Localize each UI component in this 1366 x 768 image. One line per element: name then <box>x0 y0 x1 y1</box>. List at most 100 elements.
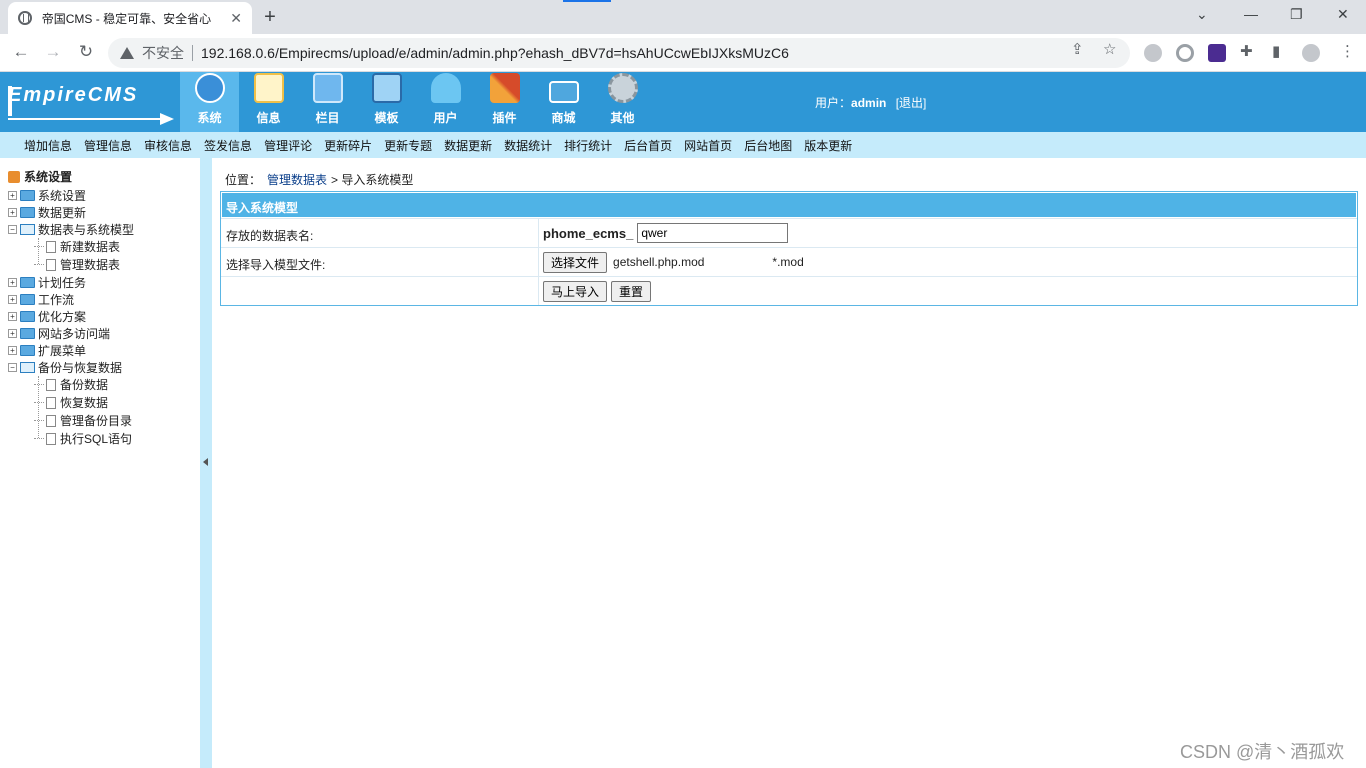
restore-button[interactable]: ❐ <box>1290 6 1303 23</box>
expand-icon[interactable]: + <box>8 278 17 287</box>
expand-icon[interactable]: + <box>8 312 17 321</box>
nav-other[interactable]: 其他 <box>593 72 652 132</box>
quick-menu: 增加信息 管理信息 审核信息 签发信息 管理评论 更新碎片 更新专题 数据更新 … <box>0 132 1366 158</box>
menu-dots-icon[interactable]: ⋮ <box>1340 42 1355 60</box>
nav-column[interactable]: 栏目 <box>298 72 357 132</box>
star-icon[interactable]: ☆ <box>1103 40 1116 58</box>
quick-link[interactable]: 签发信息 <box>204 137 252 154</box>
expand-icon[interactable]: + <box>8 346 17 355</box>
home-icon <box>8 170 20 183</box>
extension-icon[interactable] <box>1208 44 1226 62</box>
tree-leaf[interactable]: 恢复数据 <box>34 394 108 411</box>
tree-label: 执行SQL语句 <box>60 432 133 446</box>
quick-link[interactable]: 版本更新 <box>804 137 852 154</box>
tree-node[interactable]: + 优化方案 <box>8 308 86 325</box>
tab-search-chevron-icon[interactable]: ⌄ <box>1196 6 1208 23</box>
quick-link[interactable]: 排行统计 <box>564 137 612 154</box>
extension-icon[interactable] <box>1176 44 1194 62</box>
quick-link[interactable]: 管理信息 <box>84 137 132 154</box>
tree-node[interactable]: + 扩展菜单 <box>8 342 86 359</box>
collapse-arrow-icon[interactable] <box>203 458 208 466</box>
nav-template[interactable]: 模板 <box>357 72 416 132</box>
expand-icon[interactable]: + <box>8 208 17 217</box>
folder-icon <box>20 190 35 201</box>
sidepanel-icon[interactable]: ▮ <box>1272 42 1280 60</box>
quick-link[interactable]: 更新专题 <box>384 137 432 154</box>
quick-link[interactable]: 增加信息 <box>24 137 72 154</box>
quick-link[interactable]: 更新碎片 <box>324 137 372 154</box>
form-row: 选择导入模型文件: 选择文件 getshell.php.mod *.mod <box>221 247 1357 276</box>
address-bar[interactable]: 不安全 192.168.0.6/Empirecms/upload/e/admin… <box>108 38 1130 68</box>
collapse-icon[interactable]: − <box>8 363 17 372</box>
quick-link[interactable]: 审核信息 <box>144 137 192 154</box>
folder-icon <box>20 345 35 356</box>
reset-button[interactable]: 重置 <box>611 280 652 302</box>
tree-leaf[interactable]: 管理备份目录 <box>34 412 132 429</box>
expand-icon[interactable]: + <box>8 295 17 304</box>
nav-user[interactable]: 用户 <box>416 72 475 132</box>
puzzle-icon[interactable]: ✚ <box>1240 42 1253 60</box>
minimize-button[interactable]: — <box>1244 6 1258 22</box>
choose-file-button[interactable]: 选择文件 <box>543 251 608 273</box>
collapse-icon[interactable]: − <box>8 225 17 234</box>
nav-shop[interactable]: 商城 <box>534 72 593 132</box>
new-tab-button[interactable]: + <box>260 6 280 29</box>
gear-icon <box>607 73 638 103</box>
tree-label: 扩展菜单 <box>38 344 87 358</box>
avatar[interactable] <box>1302 44 1320 62</box>
tree-node[interactable]: + 数据更新 <box>8 204 86 221</box>
nav-label: 系统 <box>197 111 222 125</box>
quick-link[interactable]: 数据统计 <box>504 137 552 154</box>
share-icon[interactable]: ⇪ <box>1071 40 1084 58</box>
tree-node[interactable]: + 工作流 <box>8 291 74 308</box>
breadcrumb-link[interactable]: 管理数据表 <box>267 173 327 187</box>
user-prefix: 用户： <box>815 96 852 110</box>
nav-system[interactable]: 系统 <box>180 72 239 132</box>
tree-leaf[interactable]: 执行SQL语句 <box>34 430 132 447</box>
tree-node[interactable]: + 计划任务 <box>8 274 86 291</box>
logout-link[interactable]: [退出] <box>896 96 927 110</box>
expand-icon[interactable]: + <box>8 329 17 338</box>
quick-link[interactable]: 后台首页 <box>624 137 672 154</box>
file-label: 选择导入模型文件: <box>221 248 539 276</box>
table-name-input[interactable] <box>637 223 789 243</box>
tab-indicator <box>563 0 611 2</box>
tree-node[interactable]: − 备份与恢复数据 <box>8 359 122 376</box>
forward-arrow-icon[interactable]: → <box>42 42 64 62</box>
selected-file-name: getshell.php.mod <box>613 255 705 269</box>
close-window-button[interactable]: ✕ <box>1337 6 1349 23</box>
expand-icon[interactable]: + <box>8 191 17 200</box>
tree-label: 数据表与系统模型 <box>38 223 135 237</box>
submit-import-button[interactable]: 马上导入 <box>543 280 608 302</box>
tree-node[interactable]: + 网站多访问端 <box>8 325 110 342</box>
nav-plugin[interactable]: 插件 <box>475 72 534 132</box>
tree-node[interactable]: − 数据表与系统模型 <box>8 221 134 238</box>
document-icon <box>46 378 56 391</box>
open-folder-icon <box>20 224 35 235</box>
browser-tab[interactable]: 帝国CMS - 稳定可靠、安全省心 ✕ <box>8 2 252 34</box>
quick-link[interactable]: 管理评论 <box>264 137 312 154</box>
tab-close-icon[interactable]: ✕ <box>230 10 242 27</box>
folder-icon <box>20 294 35 305</box>
sidebar-splitter[interactable] <box>200 158 212 768</box>
form-row: 马上导入 重置 <box>221 276 1357 305</box>
extension-icon[interactable] <box>1144 44 1162 62</box>
tree-leaf[interactable]: 管理数据表 <box>34 256 120 273</box>
tree-leaf[interactable]: 备份数据 <box>34 376 108 393</box>
quick-link[interactable]: 数据更新 <box>444 137 492 154</box>
open-folder-icon <box>20 362 35 373</box>
table-name-label: 存放的数据表名: <box>221 219 539 247</box>
back-arrow-icon[interactable]: ← <box>10 42 32 62</box>
tree-leaf[interactable]: 新建数据表 <box>34 238 120 255</box>
url-text[interactable]: 192.168.0.6/Empirecms/upload/e/admin/adm… <box>201 45 789 61</box>
quick-link[interactable]: 后台地图 <box>744 137 792 154</box>
quick-link[interactable]: 网站首页 <box>684 137 732 154</box>
tree-root[interactable]: 系统设置 <box>8 168 72 185</box>
tree-node[interactable]: + 系统设置 <box>8 187 86 204</box>
globe-icon <box>18 11 32 25</box>
document-icon <box>46 432 56 445</box>
cms-header: EmpireCMS 系统 信息 栏目 模板 用户 插件 商城 其他 用户：adm… <box>0 72 1366 132</box>
nav-info[interactable]: 信息 <box>239 72 298 132</box>
reload-icon[interactable]: ↻ <box>75 42 97 62</box>
nav-label: 插件 <box>492 111 517 125</box>
